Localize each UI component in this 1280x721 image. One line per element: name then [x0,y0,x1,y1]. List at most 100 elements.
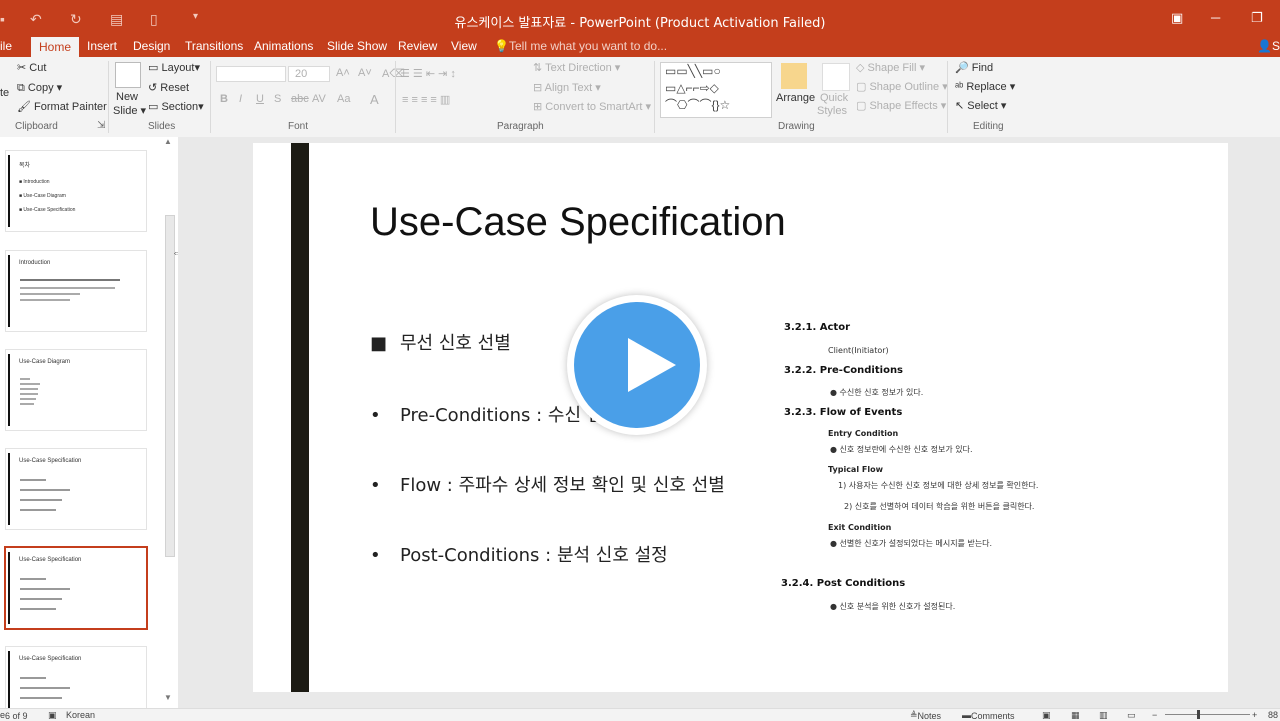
bullets-icon[interactable]: ☰ ☰ ⇤ ⇥ ↕ [400,67,456,80]
quick-styles-button-2[interactable]: Styles [817,105,847,117]
notes-button[interactable]: ≜ Notes [910,710,941,721]
bullet-item[interactable]: • Post-Conditions : 분석 신호 설정 [370,541,668,567]
tab-insert[interactable]: Insert [87,39,117,53]
spelling-icon[interactable]: ▣ [48,710,57,721]
italic-icon[interactable]: I [239,93,242,105]
quick-styles-button[interactable]: Quick [820,92,848,104]
slide[interactable]: Use-Case Specification ■ 무선 신호 선별 • Pre-Co… [253,143,1228,692]
comments-button[interactable]: ▬ Comments [962,710,1015,721]
quick-styles-icon[interactable] [822,63,850,91]
new-slide-label[interactable]: New [116,91,138,103]
paste-button-partial[interactable]: te [0,87,9,99]
play-button[interactable] [567,295,707,435]
bullet-item[interactable]: ■ 무선 신호 선별 [370,329,511,355]
tab-transitions[interactable]: Transitions [185,39,243,53]
arrange-button[interactable]: Arrange [776,92,815,104]
reset-button[interactable]: ↺ Reset [148,81,189,94]
decrease-font-icon[interactable]: A˅ [358,67,372,79]
alignment-icons[interactable]: ≡ ≡ ≡ ≡ ▥ [402,93,450,106]
zoom-level[interactable]: 88 [1268,710,1278,720]
slide-thumbnail[interactable]: Use-Case Diagram [5,349,147,431]
play-circle [574,302,700,428]
font-name-box[interactable] [216,66,286,82]
slide-thumbnail[interactable]: Use-Case Specification [5,646,147,709]
divider [654,61,655,133]
user-initial: S [1271,39,1280,53]
cut-button[interactable]: ✂ Cut [17,61,46,74]
text-direction-button[interactable]: ⇅ Text Direction ▾ [533,61,620,74]
shape-effects-button[interactable]: ▢ Shape Effects ▾ [856,99,946,112]
shape-outline-button[interactable]: ▢ Shape Outline ▾ [856,80,948,93]
align-text-button[interactable]: ⊟ Align Text ▾ [533,81,601,94]
change-case-icon[interactable]: Aa [337,93,350,105]
ribbon-display-options-icon[interactable]: ▣ [1171,10,1183,26]
scrollbar-thumb[interactable] [165,215,175,557]
tab-view[interactable]: View [451,39,477,53]
replace-label: Replace [966,81,1007,93]
slide-title[interactable]: Use-Case Specification [370,200,786,245]
cut-label: Cut [29,62,47,74]
divider [210,61,211,133]
arrange-icon[interactable] [781,63,807,89]
spec-subheading: Exit Condition [828,523,892,532]
thumb-title: Introduction [19,260,51,266]
tab-design[interactable]: Design [133,39,170,53]
increase-font-icon[interactable]: A˄ [336,67,350,79]
tab-animations[interactable]: Animations [254,39,313,53]
group-label-drawing: Drawing [778,121,815,132]
tab-review[interactable]: Review [398,39,437,53]
reading-view-icon[interactable]: ▥ [1099,710,1108,721]
thumb-title: Use-Case Specification [19,458,82,464]
char-spacing-icon[interactable]: AV [312,93,326,105]
normal-view-icon[interactable]: ▣ [1042,710,1051,721]
format-painter-button[interactable]: 🖌 Format Painter [17,100,107,113]
thumbnails-scrollbar[interactable]: ▲ ▼ [162,137,175,702]
new-slide-label-2[interactable]: Slide ▾ [113,104,146,117]
copy-button[interactable]: ⧉ Copy ▾ [17,81,62,95]
find-button[interactable]: 🔎 Find [955,61,993,74]
new-slide-icon[interactable] [115,62,141,88]
thumb-line: ■ Introduction [19,179,50,185]
slide-sorter-icon[interactable]: ▦ [1071,710,1080,721]
shapes-gallery[interactable]: ▭▭╲╲▭○ ▭△⌐⌐⇨◇ ⌒⎔⌒⌒{}☆ [660,62,772,118]
slide-thumbnail[interactable]: Introduction [5,250,147,332]
slide-editing-area: Use-Case Specification ■ 무선 신호 선별 • Pre-Co… [178,137,1280,708]
scroll-up-icon[interactable]: ▲ [164,137,172,146]
select-button[interactable]: ↖ Select ▾ [955,99,1006,112]
zoom-in-icon[interactable]: + [1252,710,1257,720]
underline-icon[interactable]: U [256,93,264,105]
replace-button[interactable]: ᵃᵇ Replace ▾ [955,80,1015,93]
slideshow-view-icon[interactable]: ▭ [1127,710,1136,721]
scroll-down-icon[interactable]: ▼ [164,693,172,702]
bullet-item[interactable]: • Flow : 주파수 상세 정보 확인 및 신호 선별 [370,471,725,497]
language-indicator[interactable]: Korean [66,710,95,720]
spec-text-value: 선별한 신호가 설정되었다는 메시지를 받는다. [839,539,993,548]
tab-file[interactable]: ile [0,39,12,53]
clipboard-launcher-icon[interactable]: ⇲ [97,120,105,131]
slide-thumbnail-selected[interactable]: Use-Case Specification [4,546,148,630]
font-color-icon[interactable]: A [370,92,379,107]
restore-icon[interactable]: ❐ [1251,10,1263,26]
layout-button[interactable]: ▭ Layout▾ [148,61,200,74]
tab-home[interactable]: Home [31,37,80,57]
user-account[interactable]: 👤S [1257,39,1280,53]
shape-fill-button[interactable]: ◇ Shape Fill ▾ [856,61,925,74]
convert-smartart-button[interactable]: ⊞ Convert to SmartArt ▾ [533,100,651,113]
section-button[interactable]: ▭ Section▾ [148,100,204,113]
thumb-text-line [20,479,46,481]
slide-thumbnail[interactable]: 목차 ■ Introduction ■ Use-Case Diagram ■ U… [5,150,147,232]
zoom-out-icon[interactable]: − [1152,710,1157,720]
tell-me-search[interactable]: Tell me what you want to do... [509,39,667,53]
font-size-box[interactable]: 20 [288,66,330,82]
slide-thumbnail[interactable]: Use-Case Specification [5,448,147,530]
tab-slide-show[interactable]: Slide Show [327,39,387,53]
minimize-icon[interactable]: ─ [1211,10,1220,25]
strikethrough-icon[interactable]: abc [291,93,309,105]
shadow-icon[interactable]: S [274,93,281,105]
bold-icon[interactable]: B [220,93,228,105]
ribbon: te ✂ Cut ⧉ Copy ▾ 🖌 Format Painter Clipb… [0,57,1280,138]
zoom-slider-thumb[interactable] [1197,710,1200,719]
zoom-slider[interactable] [1165,714,1250,715]
text-direction-label: Text Direction [545,62,612,74]
thumb-text-line [20,588,70,590]
